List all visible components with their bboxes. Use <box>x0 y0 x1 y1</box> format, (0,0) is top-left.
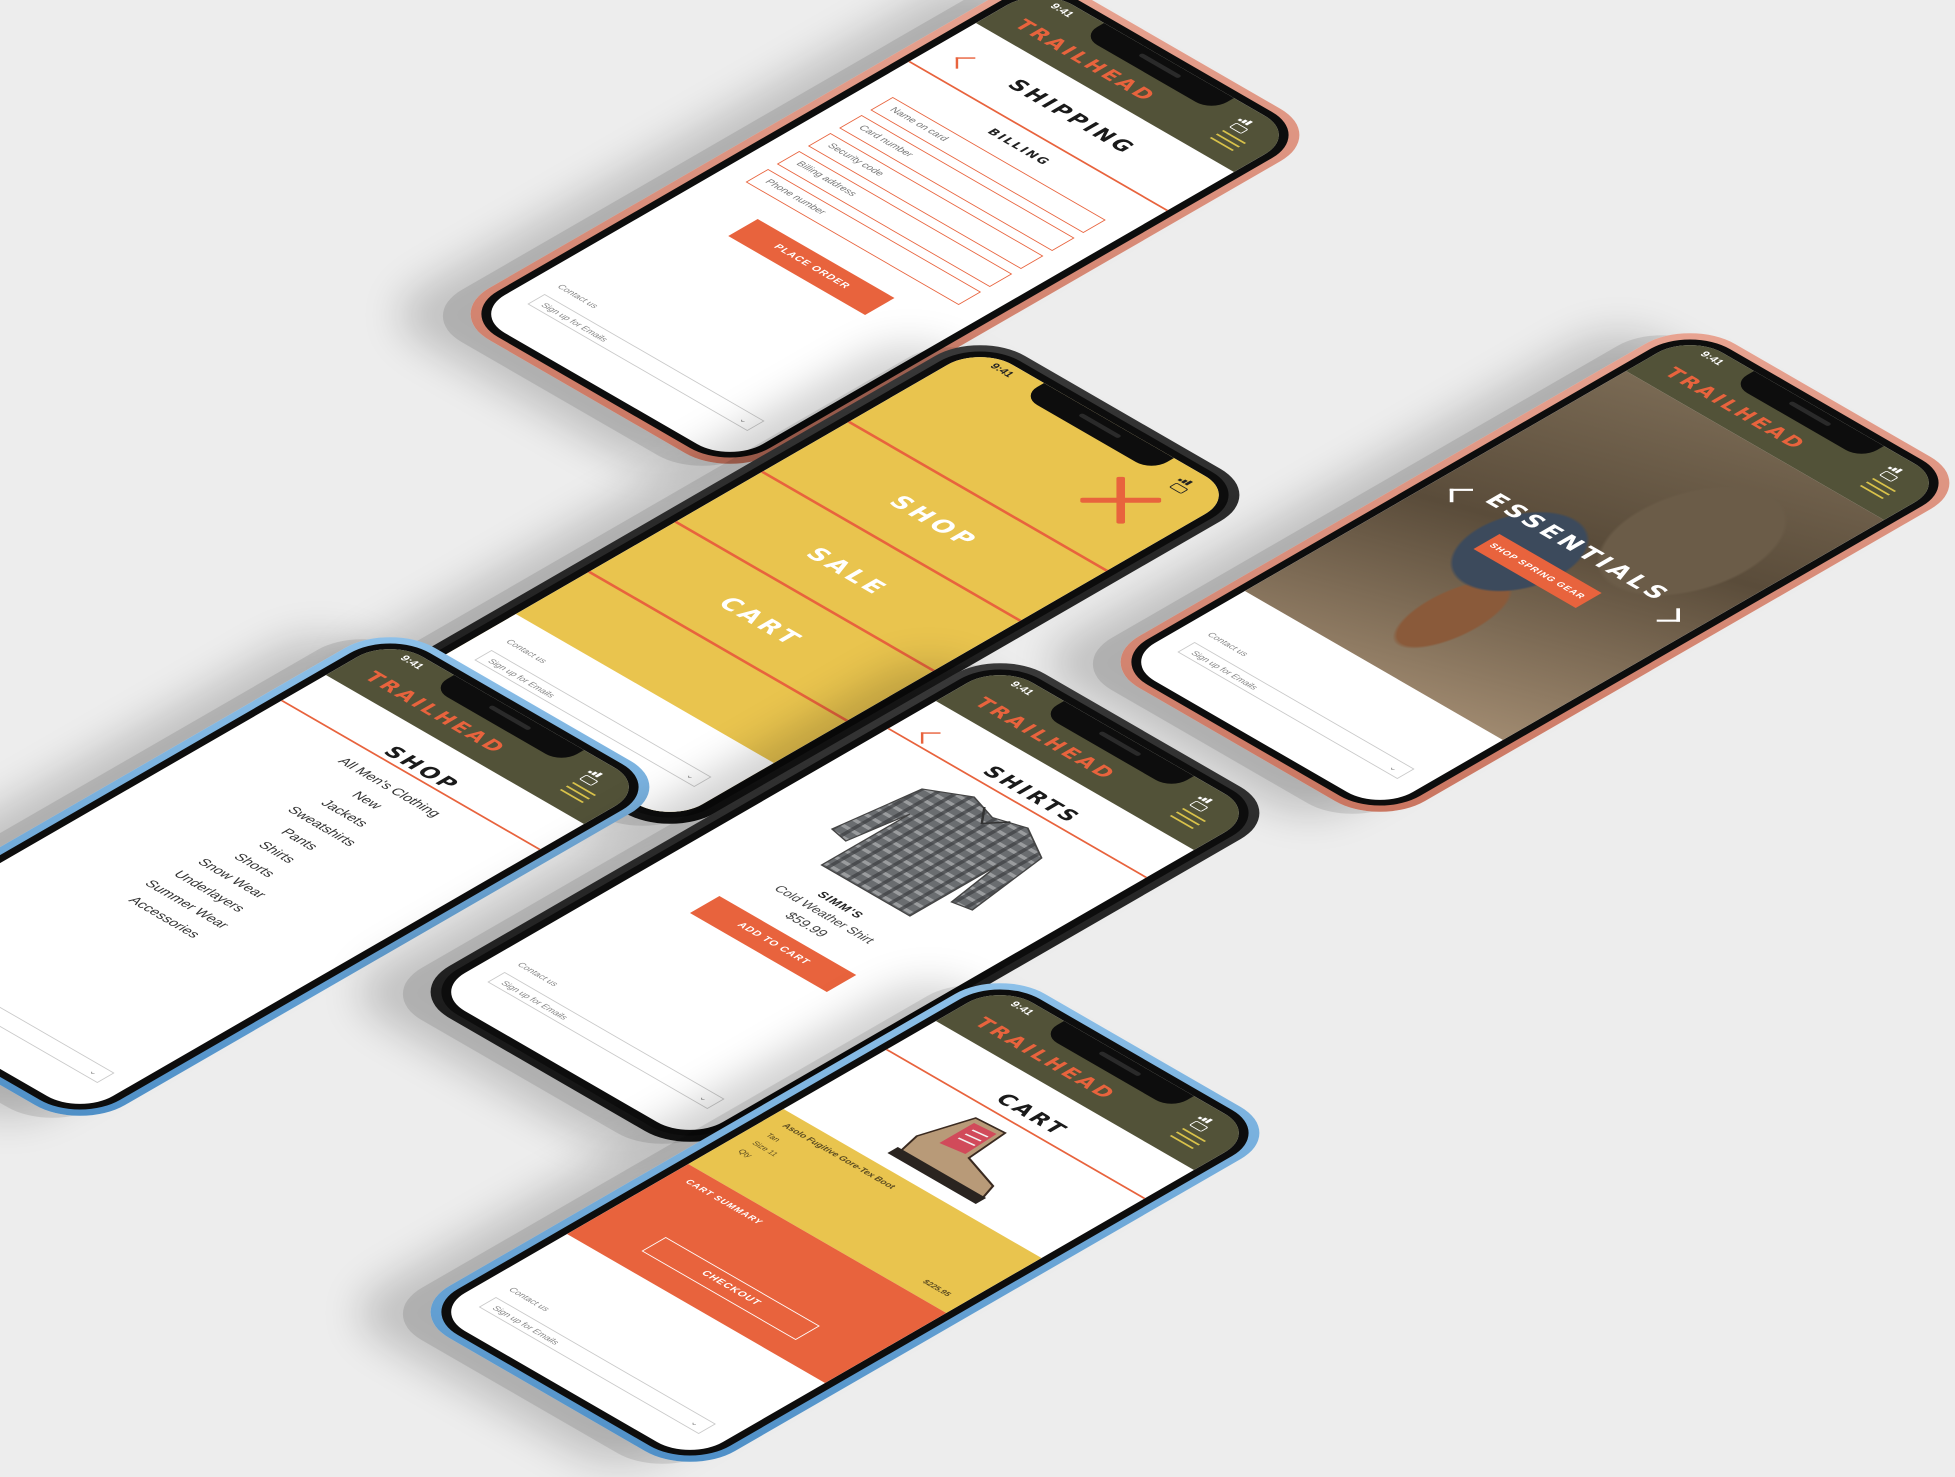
app-footer: Contact us Sign up for Emails ⌄ <box>517 280 789 437</box>
status-time: 9:41 <box>396 654 427 672</box>
email-signup-label: Sign up for Emails <box>1188 649 1261 692</box>
email-signup-label: Sign up for Emails <box>498 979 571 1022</box>
signal-battery-icon <box>1878 462 1920 482</box>
cart-item-qty[interactable]: Qty <box>736 1148 755 1159</box>
back-chevron-icon[interactable] <box>955 57 976 69</box>
phone-essentials: TRAILHEAD 9:41 ESSENTIALS SHOP SPRING GE… <box>1094 318 1955 827</box>
chevron-down-icon: ⌄ <box>687 1418 703 1428</box>
app-footer: Contact us Sign up for Emails ⌄ <box>0 932 139 1089</box>
category-list: All Men's Clothing New Jackets Sweatshir… <box>25 706 531 998</box>
status-time: 9:41 <box>1046 2 1077 20</box>
cart-item-price: $225.95 <box>920 1278 954 1298</box>
email-signup-field[interactable]: Sign up for Emails ⌄ <box>527 294 765 431</box>
status-time: 9:41 <box>1006 1000 1037 1018</box>
signal-battery-icon <box>1188 792 1230 812</box>
email-signup-field[interactable]: Sign up for Emails ⌄ <box>487 972 725 1109</box>
signal-battery-icon <box>1188 1112 1230 1132</box>
chevron-down-icon: ⌄ <box>696 1093 712 1103</box>
signal-battery-icon <box>1228 114 1270 134</box>
cart-item-title[interactable]: Asolo Fugitive Gore-Tex Boot <box>780 1122 898 1190</box>
chevron-down-icon: ⌄ <box>683 771 699 781</box>
cart-item-color: Tan <box>763 1132 783 1143</box>
status-time: 9:41 <box>986 362 1017 380</box>
status-time: 9:41 <box>1696 350 1727 368</box>
checkout-button[interactable]: CHECKOUT <box>641 1237 820 1340</box>
chevron-down-icon: ⌄ <box>736 415 752 425</box>
app-footer: Contact us Sign up for Emails ⌄ <box>477 958 749 1115</box>
mockup-stage: TRAILHEAD 9:41 SHIPPING BILLING Name on … <box>0 0 1955 1477</box>
email-signup-label: Sign up for Emails <box>538 301 611 344</box>
cart-item-size: Size 11 <box>749 1140 781 1158</box>
chevron-down-icon: ⌄ <box>86 1067 102 1077</box>
back-chevron-icon[interactable] <box>920 732 941 744</box>
chevron-down-icon: ⌄ <box>1386 763 1402 773</box>
email-signup-field[interactable]: Sign up for Emails ⌄ <box>0 946 115 1083</box>
signal-battery-icon <box>1168 474 1210 494</box>
email-signup-label: Sign up for Emails <box>489 1304 562 1347</box>
status-time: 9:41 <box>1006 680 1037 698</box>
signal-battery-icon <box>578 766 620 786</box>
